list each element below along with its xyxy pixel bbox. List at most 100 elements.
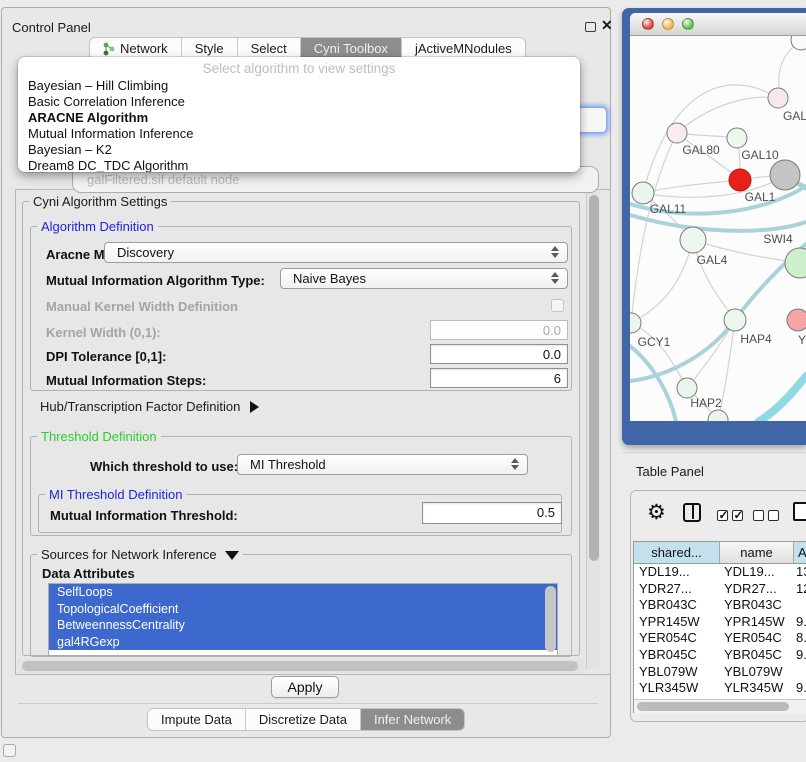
network-node-gal11[interactable] [632, 182, 654, 204]
tab-style[interactable]: Style [182, 38, 238, 59]
table-horizontal-scrollbar[interactable] [634, 699, 806, 713]
algorithm-option[interactable]: Bayesian – K2 [18, 142, 580, 158]
expander-expanded-icon[interactable] [225, 551, 239, 560]
algorithm-dropdown-placeholder: Select algorithm to view settings [18, 57, 580, 78]
algorithm-option[interactable]: Bayesian – Hill Climbing [18, 78, 580, 94]
network-node-gal1-red[interactable] [729, 169, 751, 191]
network-edge [677, 97, 778, 133]
network-window-titlebar[interactable] [630, 13, 806, 36]
export-table-icon[interactable] [793, 502, 806, 521]
column-header-shared-name[interactable]: shared... [634, 542, 720, 563]
tab-jactivemnodules[interactable]: jActiveMNodules [402, 38, 525, 59]
column-header-third[interactable]: A [794, 542, 806, 563]
attribute-list-item[interactable]: SelfLoops [49, 584, 557, 601]
clear-all-checkboxes-icon[interactable] [753, 508, 783, 526]
network-node-swi4[interactable] [785, 248, 806, 278]
network-node-gal80[interactable] [667, 123, 687, 143]
attribute-list-scrollbar[interactable] [545, 586, 556, 652]
mi-algorithm-type-label: Mutual Information Algorithm Type: [46, 273, 265, 288]
cell-shared-name: YBR045C [634, 647, 720, 664]
network-node-label: GCY1 [638, 335, 671, 349]
cell-value: 9. [794, 647, 806, 664]
cell-name: YDL19... [720, 564, 794, 581]
cell-shared-name: YPR145W [634, 614, 720, 631]
tab-infer-network[interactable]: Infer Network [361, 709, 464, 730]
cyni-settings-scrollpane: Cyni Algorithm Settings Algorithm Defini… [15, 189, 611, 675]
mi-algorithm-type-select[interactable]: Naive Bayes [280, 268, 568, 289]
network-node-gcy1[interactable] [630, 313, 641, 333]
network-node-gal-pink[interactable] [768, 88, 788, 108]
network-node-gal4[interactable] [680, 227, 706, 253]
kernel-width-field[interactable]: 0.0 [430, 320, 568, 340]
tab-impute-data[interactable]: Impute Data [148, 709, 246, 730]
tab-select[interactable]: Select [238, 38, 301, 59]
table-row[interactable]: YPR145WYPR145W9. [634, 614, 806, 631]
mi-threshold-definition-title: MI Threshold Definition [45, 487, 186, 502]
algorithm-option[interactable]: Mutual Information Inference [18, 126, 580, 142]
dpi-tolerance-label: DPI Tolerance [0,1]: [46, 349, 166, 364]
manual-kernel-width-label: Manual Kernel Width Definition [46, 299, 238, 314]
apply-button[interactable]: Apply [271, 676, 339, 698]
cell-value: 13 [794, 564, 806, 581]
data-attributes-list[interactable]: SelfLoopsTopologicalCoefficientBetweenne… [48, 583, 558, 656]
algorithm-option[interactable]: Basic Correlation Inference [18, 94, 580, 110]
columns-icon[interactable] [683, 503, 701, 522]
network-node-label: GAL80 [682, 143, 720, 157]
table-hscroll-thumb[interactable] [637, 702, 789, 711]
table-panel-title: Table Panel [636, 464, 704, 479]
network-node-hap4[interactable] [724, 309, 746, 331]
attribute-list-item[interactable]: BetweennessCentrality [49, 617, 557, 634]
close-traffic-light-icon[interactable] [642, 18, 654, 30]
table-row[interactable]: YDL19...YDL19...13 [634, 564, 806, 581]
tab-discretize-data[interactable]: Discretize Data [246, 709, 361, 730]
network-node-hap2[interactable] [677, 378, 697, 398]
cell-shared-name: YLR345W [634, 680, 720, 697]
network-node-gal10[interactable] [727, 128, 747, 148]
settings-vscroll-thumb[interactable] [589, 195, 599, 561]
tab-label: Style [195, 41, 224, 56]
table-row[interactable]: YLR345WYLR345W9. [634, 680, 806, 697]
which-threshold-select[interactable]: MI Threshold [237, 454, 528, 475]
aracne-mode-select[interactable]: Discovery [104, 242, 568, 263]
float-window-icon[interactable] [585, 22, 596, 32]
minimize-traffic-light-icon[interactable] [662, 18, 674, 30]
cell-value: 9. [794, 614, 806, 631]
network-canvas[interactable]: GALGAL80GAL10GAL1GAL11SWI4GAL4HAP4YGCY1H… [630, 36, 806, 421]
select-all-checkboxes-icon[interactable] [717, 508, 747, 526]
mi-steps-field[interactable]: 6 [430, 368, 568, 388]
hub-factor-expander[interactable]: Hub/Transcription Factor Definition [40, 399, 259, 414]
table-row[interactable]: YBL079WYBL079W [634, 664, 806, 681]
zoom-traffic-light-icon[interactable] [682, 18, 694, 30]
manual-kernel-width-checkbox[interactable] [551, 299, 564, 312]
mi-threshold-field[interactable]: 0.5 [422, 502, 562, 524]
close-icon[interactable]: ✕ [601, 17, 613, 34]
collapsed-panel-icon[interactable] [3, 744, 16, 757]
table-row[interactable]: YDR27...YDR27...12 [634, 581, 806, 598]
settings-horizontal-scrollbar[interactable] [18, 659, 584, 673]
network-node-label: HAP4 [740, 332, 772, 346]
algorithm-option[interactable]: Dream8 DC_TDC Algorithm [18, 158, 580, 172]
attribute-list-item[interactable]: TopologicalCoefficient [49, 601, 557, 618]
column-header-name[interactable]: name [720, 542, 794, 563]
cell-value [794, 664, 806, 681]
network-node-gray[interactable] [770, 160, 800, 190]
network-node-label: GAL11 [650, 202, 687, 216]
settings-vertical-scrollbar[interactable] [586, 191, 601, 669]
network-node-salmon[interactable] [787, 309, 806, 331]
dpi-tolerance-field[interactable]: 0.0 [430, 344, 568, 364]
tab-label: Impute Data [161, 712, 232, 727]
settings-hscroll-thumb[interactable] [22, 661, 578, 671]
table-row[interactable]: YBR045CYBR045C9. [634, 647, 806, 664]
cyni-bottom-tabbar: Impute Data Discretize DataInfer Network [147, 708, 465, 731]
network-node-top-right[interactable] [791, 36, 806, 50]
inference-algorithm-combo-fragment[interactable] [576, 107, 607, 133]
gear-icon[interactable]: ⚙ [647, 500, 666, 525]
attribute-list-item[interactable]: gal4RGexp [49, 634, 557, 651]
mi-threshold-label: Mutual Information Threshold: [50, 508, 238, 523]
tab-cyni-toolbox[interactable]: Cyni Toolbox [301, 38, 402, 59]
table-row[interactable]: YBR043CYBR043C [634, 597, 806, 614]
algorithm-option[interactable]: ARACNE Algorithm [18, 110, 580, 126]
table-row[interactable]: YER054CYER054C8. [634, 630, 806, 647]
network-node-label: GAL4 [697, 253, 728, 267]
tab-network[interactable]: Network [90, 38, 182, 59]
